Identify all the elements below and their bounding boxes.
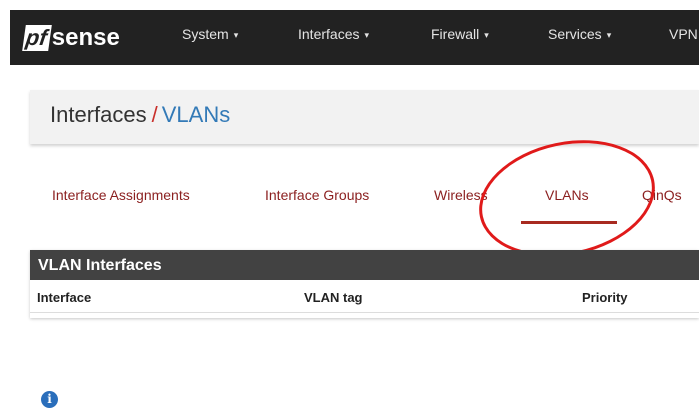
breadcrumb: Interfaces / VLANs [50, 102, 230, 128]
vlan-interfaces-panel: VLAN Interfaces Interface VLAN tag Prior… [30, 250, 699, 318]
column-header-priority: Priority [582, 290, 628, 305]
page: pf sense System ▾ Interfaces ▾ Firewall ▾ S… [0, 0, 699, 419]
caret-down-icon: ▾ [606, 30, 612, 40]
breadcrumb-current-link[interactable]: VLANs [162, 102, 230, 127]
logo-sense-text: sense [51, 24, 120, 51]
breadcrumb-section: Interfaces [50, 102, 147, 127]
caret-down-icon: ▾ [233, 30, 239, 40]
panel-title: VLAN Interfaces [30, 250, 699, 280]
breadcrumb-panel: Interfaces / VLANs [30, 90, 699, 144]
column-header-interface: Interface [37, 290, 92, 305]
tab-interface-assignments[interactable]: Interface Assignments [52, 187, 190, 203]
nav-menu-services[interactable]: Services ▾ [548, 10, 611, 65]
nav-menu-label: System [182, 26, 229, 42]
nav-menu-interfaces[interactable]: Interfaces ▾ [298, 10, 369, 65]
table-divider [30, 312, 699, 313]
column-header-vlan-tag: VLAN tag [304, 290, 363, 305]
nav-menu-label: Services [548, 26, 602, 42]
tab-interface-groups[interactable]: Interface Groups [265, 187, 369, 203]
nav-menu-firewall[interactable]: Firewall ▾ [431, 10, 489, 65]
breadcrumb-separator: / [151, 102, 158, 127]
pfsense-logo[interactable]: pf sense [22, 23, 120, 53]
top-navbar: pf sense System ▾ Interfaces ▾ Firewall ▾ S… [10, 10, 699, 65]
caret-down-icon: ▾ [484, 30, 489, 40]
info-icon[interactable]: i [41, 391, 58, 408]
nav-menu-label: VPN [669, 26, 698, 42]
nav-menu-label: Interfaces [298, 26, 360, 42]
nav-menu-system[interactable]: System ▾ [182, 10, 238, 65]
nav-menu-label: Firewall [431, 26, 480, 42]
logo-pf-mark: pf [22, 25, 52, 51]
nav-menu-vpn[interactable]: VPN [669, 10, 698, 65]
caret-down-icon: ▾ [364, 30, 370, 40]
